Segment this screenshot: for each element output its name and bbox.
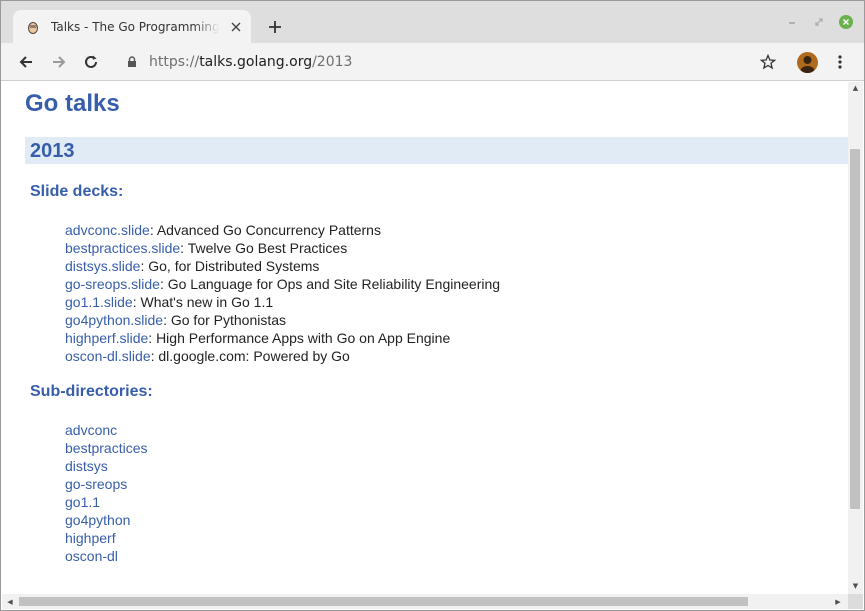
subdir-link[interactable]: bestpractices	[65, 440, 147, 456]
arrow-right-icon[interactable]	[47, 50, 71, 74]
url-text: https://talks.golang.org/2013	[149, 54, 352, 70]
list-item: go-sreops.slide: Go Language for Ops and…	[65, 275, 500, 293]
scroll-down-icon[interactable]: ▼	[848, 580, 863, 592]
slide-description: dl.google.com: Powered by Go	[158, 348, 350, 364]
slide-link[interactable]: go4python.slide	[65, 312, 163, 328]
gopher-favicon-icon	[25, 19, 41, 35]
address-bar[interactable]: https://talks.golang.org/2013	[117, 47, 791, 77]
list-item: oscon-dl.slide: dl.google.com: Powered b…	[65, 347, 500, 365]
list-item: distsys	[65, 457, 147, 475]
list-item: highperf.slide: High Performance Apps wi…	[65, 329, 500, 347]
subdir-link[interactable]: highperf	[65, 530, 116, 546]
slide-description: Advanced Go Concurrency Patterns	[156, 222, 381, 238]
horizontal-scroll-thumb[interactable]	[19, 597, 748, 606]
list-item: go1.1.slide: What's new in Go 1.1	[65, 293, 500, 311]
slide-description: High Performance Apps with Go on App Eng…	[156, 330, 451, 346]
slide-description: Go, for Distributed Systems	[148, 258, 320, 274]
slide-link[interactable]: oscon-dl.slide	[65, 348, 151, 364]
slide-link[interactable]: go1.1.slide	[65, 294, 133, 310]
scrollbar-corner	[848, 594, 863, 609]
tab-title: Talks - The Go Programming Language	[51, 20, 219, 34]
slide-description: Go for Pythonistas	[170, 312, 287, 328]
slide-link[interactable]: go-sreops.slide	[65, 276, 160, 292]
new-tab-button[interactable]	[264, 16, 286, 38]
subdir-link[interactable]: distsys	[65, 458, 108, 474]
list-item: go4python.slide: Go for Pythonistas	[65, 311, 500, 329]
minimize-icon[interactable]	[785, 15, 799, 29]
subdir-link[interactable]: go4python	[65, 512, 130, 528]
slide-deck-list: advconc.slide: Advanced Go Concurrency P…	[65, 221, 500, 365]
url-host: talks.golang.org	[199, 54, 313, 70]
horizontal-scrollbar[interactable]: ◀ ▶	[2, 594, 848, 609]
slide-link[interactable]: advconc.slide	[65, 222, 150, 238]
list-item: bestpractices.slide: Twelve Go Best Prac…	[65, 239, 500, 257]
slide-link[interactable]: highperf.slide	[65, 330, 148, 346]
browser-window: Talks - The Go Programming Language	[0, 0, 865, 611]
slide-link[interactable]: bestpractices.slide	[65, 240, 180, 256]
page-title: Go talks	[25, 90, 120, 117]
subdir-link[interactable]: oscon-dl	[65, 548, 118, 564]
window-close-icon[interactable]	[839, 15, 853, 29]
scroll-left-icon[interactable]: ◀	[4, 596, 16, 608]
year-heading: 2013	[30, 140, 75, 162]
list-item: go4python	[65, 511, 147, 529]
page-viewport: Go talks 2013 Slide decks: advconc.slide…	[2, 82, 848, 594]
star-icon[interactable]	[756, 50, 780, 74]
slide-decks-heading: Slide decks:	[30, 183, 124, 200]
slide-sep: :	[159, 276, 168, 292]
restore-icon[interactable]	[812, 15, 826, 29]
profile-avatar[interactable]	[797, 52, 818, 73]
list-item: go-sreops	[65, 475, 147, 493]
url-path: /2013	[312, 54, 353, 70]
vertical-scrollbar[interactable]: ▲ ▼	[848, 82, 863, 594]
subdir-link[interactable]: go-sreops	[65, 476, 127, 492]
slide-description: Go Language for Ops and Site Reliability…	[167, 276, 501, 292]
slide-sep: :	[180, 240, 188, 256]
url-scheme: https://	[149, 54, 200, 70]
list-item: distsys.slide: Go, for Distributed Syste…	[65, 257, 500, 275]
scroll-up-icon[interactable]: ▲	[848, 82, 863, 94]
arrow-left-icon[interactable]	[14, 50, 38, 74]
list-item: advconc.slide: Advanced Go Concurrency P…	[65, 221, 500, 239]
tab-talks[interactable]: Talks - The Go Programming Language	[13, 10, 251, 44]
slide-sep: :	[132, 294, 141, 310]
list-item: bestpractices	[65, 439, 147, 457]
slide-sep: :	[163, 312, 171, 328]
subdirectories-heading: Sub-directories:	[30, 383, 153, 400]
tab-strip: Talks - The Go Programming Language	[1, 1, 864, 44]
lock-icon	[125, 55, 139, 69]
kebab-menu-icon[interactable]	[828, 50, 852, 74]
reload-icon[interactable]	[79, 50, 103, 74]
tab-close-icon[interactable]	[228, 19, 244, 35]
slide-sep: :	[149, 222, 157, 238]
slide-link[interactable]: distsys.slide	[65, 258, 140, 274]
scroll-right-icon[interactable]: ▶	[832, 596, 844, 608]
year-heading-bar: 2013	[25, 137, 848, 164]
subdir-link[interactable]: advconc	[65, 422, 117, 438]
slide-description: What's new in Go 1.1	[140, 294, 274, 310]
browser-toolbar: https://talks.golang.org/2013	[1, 43, 864, 81]
list-item: advconc	[65, 421, 147, 439]
list-item: oscon-dl	[65, 547, 147, 565]
slide-sep: :	[148, 330, 157, 346]
vertical-scroll-thumb[interactable]	[850, 149, 860, 509]
list-item: go1.1	[65, 493, 147, 511]
slide-description: Twelve Go Best Practices	[187, 240, 348, 256]
subdir-link[interactable]: go1.1	[65, 494, 100, 510]
list-item: highperf	[65, 529, 147, 547]
subdirectory-list: advconc bestpractices distsys go-sreops …	[65, 421, 147, 565]
